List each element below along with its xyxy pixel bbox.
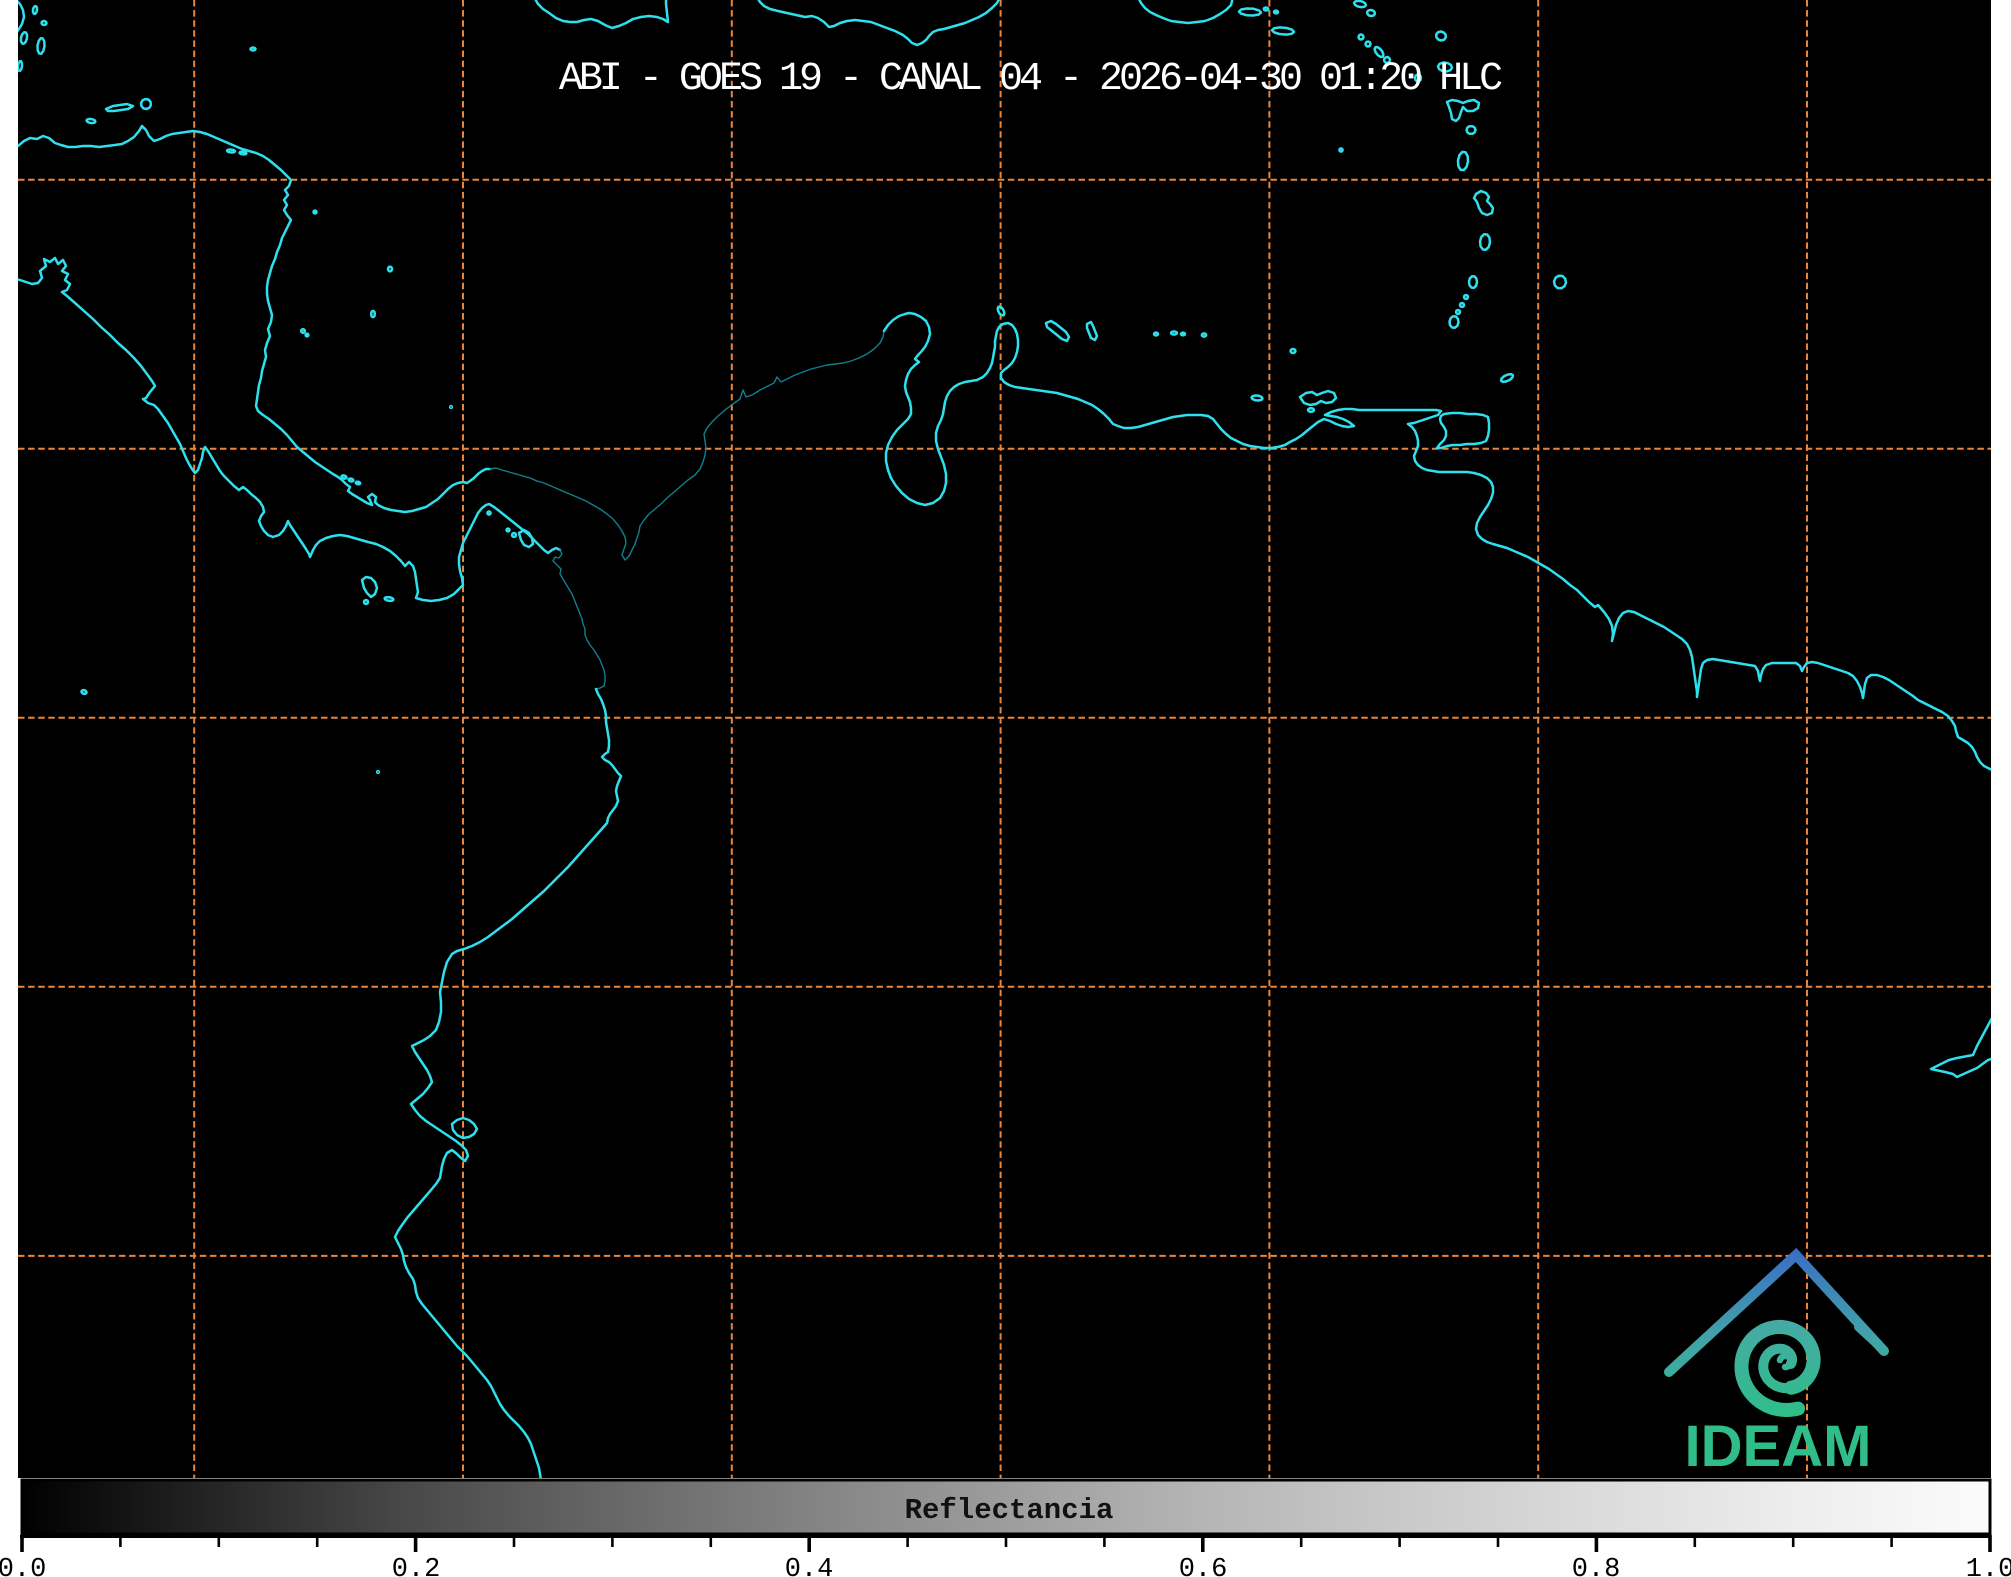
svg-text:1.0: 1.0: [1966, 1555, 2011, 1577]
svg-text:ABI - GOES 19 - CANAL 04 - 202: ABI - GOES 19 - CANAL 04 - 2026-04-30 01…: [559, 57, 1502, 102]
svg-text:Reflectancia: Reflectancia: [905, 1494, 1114, 1527]
svg-text:0.8: 0.8: [1572, 1555, 1621, 1577]
svg-text:IDEAM: IDEAM: [1685, 1414, 1872, 1479]
svg-text:0.4: 0.4: [785, 1555, 834, 1577]
svg-text:0.0: 0.0: [0, 1555, 46, 1577]
svg-text:0.6: 0.6: [1179, 1555, 1228, 1577]
svg-text:0.2: 0.2: [392, 1555, 441, 1577]
